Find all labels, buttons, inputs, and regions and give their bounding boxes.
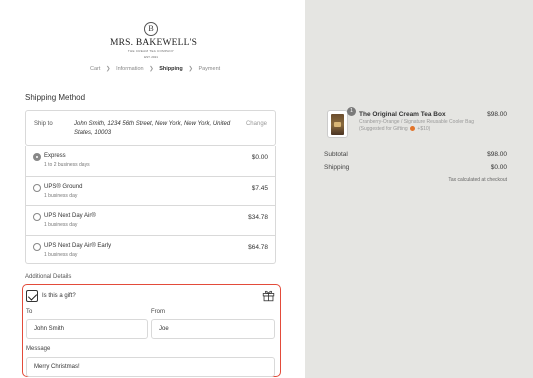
breadcrumb-information[interactable]: Information	[116, 66, 144, 72]
to-label: To	[26, 309, 33, 315]
ship-to-address: John Smith, 1234 56th Street, New York, …	[74, 121, 231, 136]
shipping-option-express[interactable]: Express 1 to 2 business days $0.00	[26, 146, 275, 176]
shipping-option-ups-next-day-air-early[interactable]: UPS Next Day Air® Early 1 business day $…	[26, 234, 275, 265]
subtotal-label: Subtotal	[324, 151, 348, 158]
brand-logo[interactable]: B MRS. BAKEWELL'S THE CREAM TEA COMPANY …	[110, 22, 198, 59]
shipping-option-name: UPS Next Day Air®	[44, 213, 96, 219]
gift-message-value: Merry Christmas!	[34, 364, 80, 370]
shipping-option-price: $0.00	[251, 154, 268, 161]
quantity-badge: 1	[347, 107, 356, 116]
gift-checkbox[interactable]	[26, 290, 38, 302]
brand-name: MRS. BAKEWELL'S	[110, 38, 198, 48]
gift-to-input[interactable]: John Smith	[26, 319, 148, 339]
shipping-options-list: Express 1 to 2 business days $0.00 UPS® …	[25, 146, 276, 264]
shipping-option-ups-ground[interactable]: UPS® Ground 1 business day $7.45	[26, 175, 275, 206]
radio-button[interactable]	[33, 213, 41, 221]
shipping-option-name: UPS Next Day Air® Early	[44, 242, 112, 249]
from-label: From	[151, 309, 165, 315]
gift-emoji-icon	[410, 126, 416, 132]
chevron-right-icon: ❯	[149, 66, 154, 72]
product-note: (Suggested for Gifting +$10)	[359, 126, 430, 132]
gift-from-value: Joe	[159, 326, 169, 332]
shipping-option-detail: 1 to 2 business days	[44, 162, 90, 168]
shipping-option-name: UPS® Ground	[44, 183, 83, 190]
subtotal-value: $98.00	[487, 151, 507, 158]
gift-question-label: Is this a gift?	[42, 293, 76, 299]
gift-icon	[262, 290, 275, 302]
breadcrumb-cart[interactable]: Cart	[90, 66, 100, 72]
cart-line-item: 1 The Original Cream Tea Box Cranberry-O…	[327, 107, 507, 140]
shipping-option-price: $64.78	[248, 243, 268, 251]
checkout-main-panel: B MRS. BAKEWELL'S THE CREAM TEA COMPANY …	[0, 0, 305, 378]
additional-details-heading: Additional Details	[25, 274, 72, 280]
shipping-option-name: Express	[44, 153, 66, 159]
shipping-option-price: $34.78	[248, 214, 268, 221]
subtotal-row: Subtotal $98.00	[324, 151, 507, 158]
shipping-option-price: $7.45	[251, 184, 268, 192]
ship-to-summary: Ship to John Smith, 1234 56th Street, Ne…	[25, 110, 276, 146]
radio-button[interactable]	[33, 242, 41, 251]
shipping-method-heading: Shipping Method	[25, 93, 86, 102]
brand-established: EST. 2021	[144, 55, 158, 59]
product-title: The Original Cream Tea Box	[359, 111, 446, 118]
product-image	[327, 110, 348, 138]
chevron-right-icon: ❯	[105, 66, 111, 72]
brand-tagline: THE CREAM TEA COMPANY	[127, 49, 175, 53]
shipping-label: Shipping	[324, 164, 350, 171]
breadcrumb-payment: Payment	[198, 66, 221, 72]
change-address-link[interactable]: Change	[246, 121, 267, 127]
message-label: Message	[26, 346, 51, 352]
shipping-option-detail: 1 business day	[44, 222, 78, 228]
radio-button[interactable]	[33, 153, 41, 161]
radio-button[interactable]	[33, 183, 41, 192]
shipping-value: $0.00	[490, 164, 507, 171]
ship-to-label: Ship to	[34, 121, 53, 127]
product-note-suffix: +$10)	[417, 126, 431, 132]
breadcrumb: Cart ❯ Information ❯ Shipping ❯ Payment	[90, 66, 220, 72]
shipping-option-detail: 1 business day	[44, 192, 78, 199]
order-summary-panel	[305, 0, 533, 378]
tax-note: Tax calculated at checkout	[448, 177, 507, 183]
product-variant: Cranberry-Orange / Signature Reusable Co…	[359, 119, 475, 125]
product-note-prefix: (Suggested for Gifting	[359, 126, 408, 132]
gift-to-value: John Smith	[34, 326, 65, 332]
gift-message-input[interactable]: Merry Christmas!	[26, 357, 275, 377]
shipping-row: Shipping $0.00	[324, 164, 507, 171]
chevron-right-icon: ❯	[188, 66, 193, 72]
product-price: $98.00	[487, 111, 507, 118]
gift-details-section: Is this a gift? To John Smith From Joe M…	[22, 284, 281, 377]
crest-icon: B	[144, 22, 158, 36]
shipping-option-ups-next-day-air[interactable]: UPS Next Day Air® 1 business day $34.78	[26, 205, 275, 235]
gift-from-input[interactable]: Joe	[151, 319, 275, 339]
shipping-option-detail: 1 business day	[44, 251, 78, 258]
breadcrumb-shipping: Shipping	[159, 66, 183, 72]
